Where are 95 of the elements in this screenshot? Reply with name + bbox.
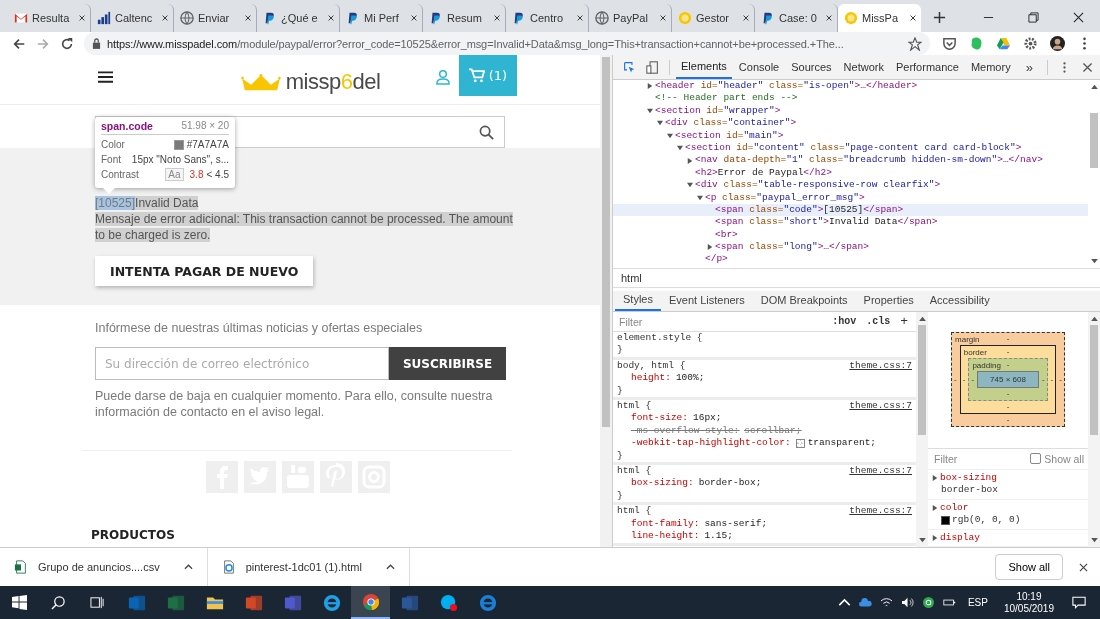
- css-selector: html {: [617, 505, 652, 518]
- subscribe-button[interactable]: SUSCRIBIRSE: [389, 347, 506, 380]
- devtools-tab[interactable]: Sources: [786, 55, 837, 79]
- error-message: [10525]Invalid Data Mensaje de error adicional: This transaction cannot be processed. The amount to be charged is zero.: [95, 195, 514, 243]
- show-all-button[interactable]: Show all: [995, 554, 1063, 580]
- hover-state-button[interactable]: :hov: [828, 316, 861, 327]
- tooltip-value: 15px "Noto Sans", s...: [131, 154, 229, 165]
- retry-button[interactable]: INTENTA PAGAR DE NUEVO: [95, 256, 314, 286]
- box-value: -: [971, 375, 975, 385]
- css-declaration: font-family: sans-serif;: [630, 517, 769, 531]
- newsletter-note: Puede darse de baja en cualquier momento. Para ello, consulte nuestra información de contacto en el aviso legal.: [95, 388, 494, 420]
- box-value: -: [1050, 375, 1054, 385]
- dom-node[interactable]: <section id="content" class="page-content card card-block">: [613, 141, 1088, 155]
- box-value: -: [1006, 334, 1010, 344]
- pane-tab[interactable]: DOM Breakpoints: [752, 292, 856, 311]
- source-link[interactable]: theme.css:7: [849, 505, 912, 518]
- dom-node[interactable]: <header id="header" class="is-open">…</header>: [613, 80, 1088, 93]
- tooltip-label: Font: [101, 154, 121, 165]
- devtools-tab[interactable]: Performance: [890, 55, 964, 79]
- devtools-tab[interactable]: Console: [733, 55, 785, 79]
- source-link[interactable]: theme.css:7: [849, 465, 912, 478]
- content-box: 745 × 608: [977, 371, 1039, 389]
- dom-node[interactable]: <div class="table-responsive-row clearfix">: [613, 179, 1088, 192]
- pane-tab[interactable]: Accessibility: [921, 292, 998, 311]
- rule-brace: }: [617, 489, 624, 503]
- newsletter-heading: Infórmese de nuestras últimas noticias y ofertas especiales: [95, 321, 424, 335]
- dom-node[interactable]: <span class="short">Invalid Data</span>: [613, 216, 1088, 229]
- tooltip-value: #7A7A7A: [186, 139, 229, 150]
- dom-node[interactable]: </p>: [613, 253, 1088, 266]
- box-label: border: [963, 347, 987, 360]
- dom-node[interactable]: <p class="paypal_error_msg">: [613, 191, 1088, 204]
- contrast-sample: Aa: [165, 168, 184, 181]
- devtools-tab[interactable]: Memory: [965, 55, 1016, 79]
- box-value: -: [1006, 389, 1010, 399]
- box-value: -: [954, 375, 957, 385]
- computed-property: box-sizing: [940, 471, 997, 484]
- clock-date[interactable]: 10/05/2019: [1003, 602, 1054, 615]
- computed-property: display: [940, 531, 980, 544]
- source-link[interactable]: theme.css:7: [849, 359, 912, 373]
- css-declaration: -webkit-tap-highlight-color: transparent;: [630, 437, 878, 450]
- computed-value: rgb(0, 0, 0): [952, 514, 1021, 527]
- language-indicator[interactable]: ESP: [967, 597, 988, 608]
- dom-node[interactable]: <section id="wrapper">: [613, 104, 1088, 118]
- logo-text: missp6del: [285, 72, 381, 92]
- computed-property: color: [940, 501, 969, 514]
- dom-node[interactable]: <!-- Header part ends -->: [613, 92, 1088, 105]
- box-value: -: [1006, 347, 1010, 357]
- tooltip-size: 51.98 × 20: [181, 120, 229, 132]
- css-selector: body, html {: [617, 359, 686, 373]
- clock-time[interactable]: 10:19: [1016, 590, 1042, 603]
- source-link[interactable]: theme.css:7: [849, 400, 912, 413]
- dom-node[interactable]: <section id="main">: [613, 129, 1088, 142]
- browser-tab[interactable]: MissPa: [838, 4, 921, 32]
- rule-brace: }: [617, 384, 624, 398]
- contrast-ratio: 3.8: [189, 169, 204, 180]
- css-declaration: box-sizing: border-box;: [630, 477, 763, 490]
- tooltip-selector: span.code: [101, 120, 153, 132]
- dom-node[interactable]: <div class="container">: [613, 117, 1088, 130]
- pane-tab[interactable]: Properties: [855, 292, 922, 311]
- tooltip-label: Contrast: [101, 169, 139, 180]
- css-selector: element.style {: [617, 332, 703, 345]
- dom-node[interactable]: <span class="code">[10525]</span>: [613, 203, 1088, 217]
- computed-value: border-box: [941, 484, 998, 497]
- rule-brace: }: [617, 449, 624, 463]
- contrast-threshold: < 4.5: [206, 169, 229, 180]
- email-field[interactable]: Su dirección de correo electrónico: [95, 347, 389, 380]
- checkbox-label[interactable]: Show all: [1044, 452, 1084, 465]
- pane-tab[interactable]: Event Listeners: [660, 292, 753, 311]
- devtools-tab[interactable]: Elements: [676, 55, 732, 79]
- breadcrumb-item[interactable]: html: [613, 272, 650, 284]
- box-value: -: [1006, 415, 1010, 425]
- address-field[interactable]: https://www.misspadel.com/module/paypal/error?error_code=10525&error_msg=Invalid+Data&msg_long=This+transaction+cannot+be+processed.+The...: [84, 32, 930, 55]
- box-value: -: [1041, 375, 1045, 385]
- rule-brace: }: [617, 344, 624, 357]
- box-value: -: [1006, 360, 1010, 370]
- footer-heading: PRODUCTOS: [91, 528, 175, 542]
- dom-node[interactable]: <span class="long">…</span>: [613, 241, 1088, 254]
- css-declaration: font-size: 16px;: [630, 412, 723, 425]
- box-value: -: [1059, 375, 1062, 385]
- css-selector: html {: [617, 400, 652, 413]
- box-value: -: [1006, 402, 1010, 412]
- dom-node[interactable]: <h2>Error de Paypal</h2>: [613, 166, 1088, 180]
- css-selector: html {: [617, 465, 652, 478]
- box-label: padding: [972, 360, 1001, 373]
- box-value: -: [962, 375, 966, 385]
- new-rule-button[interactable]: +: [896, 314, 912, 329]
- css-declaration: height: 100%;: [630, 372, 706, 385]
- dom-node[interactable]: <nav data-depth="1" class="breadcrumb hidden-sm-down">…</nav>: [613, 154, 1088, 167]
- box-label: margin: [955, 334, 980, 347]
- dom-node[interactable]: <br>: [613, 228, 1088, 242]
- devtools-tab[interactable]: Network: [838, 55, 889, 79]
- css-declaration: line-height: 1.15;: [630, 530, 734, 543]
- tooltip-label: Color: [101, 139, 125, 150]
- class-button[interactable]: .cls: [862, 316, 895, 327]
- more-tabs-button[interactable]: »: [1017, 59, 1041, 75]
